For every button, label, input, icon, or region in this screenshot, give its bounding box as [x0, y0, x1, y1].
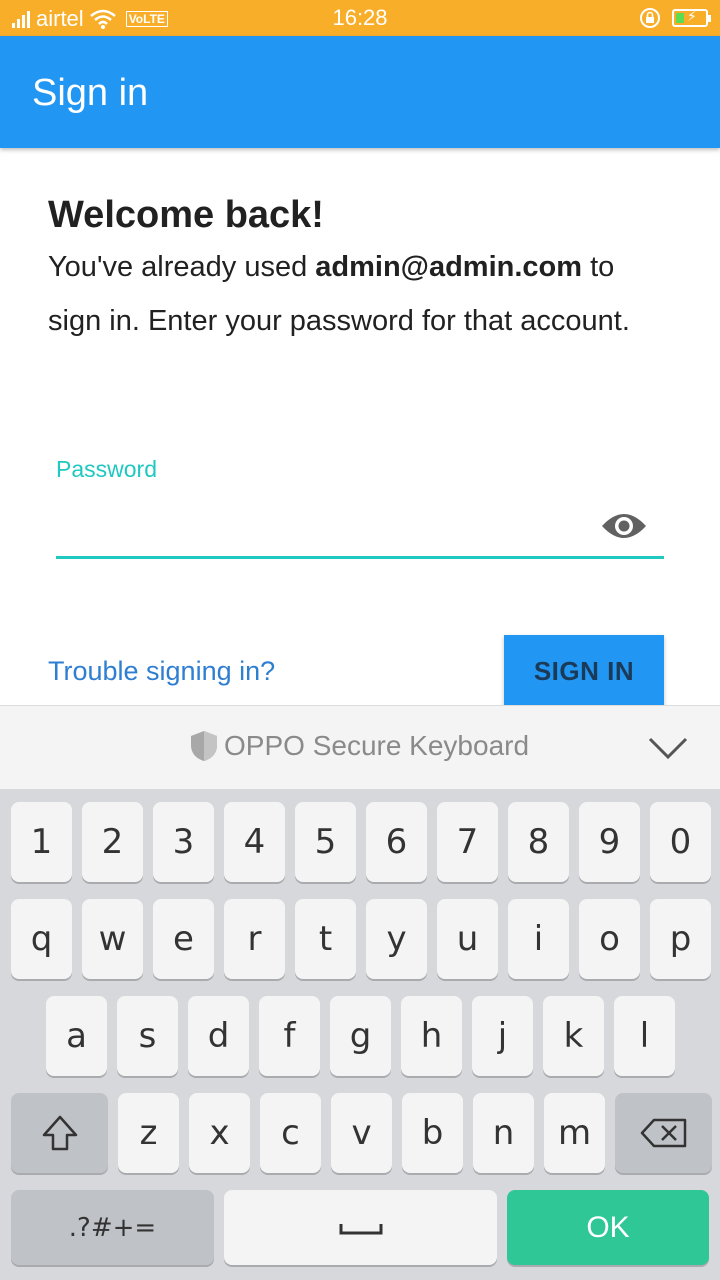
- password-label: Password: [56, 456, 157, 482]
- password-field[interactable]: [56, 490, 596, 554]
- key-q[interactable]: q: [11, 899, 72, 979]
- password-underline: [56, 556, 664, 559]
- key-4[interactable]: 4: [224, 802, 285, 882]
- space-icon: [339, 1223, 382, 1234]
- key-y[interactable]: y: [366, 899, 427, 979]
- key-b[interactable]: b: [402, 1093, 463, 1173]
- key-u[interactable]: u: [437, 899, 498, 979]
- show-password-icon[interactable]: [600, 508, 648, 544]
- app-bar: Sign in: [0, 36, 720, 148]
- account-email: admin@admin.com: [315, 251, 583, 283]
- key-6[interactable]: 6: [366, 802, 427, 882]
- backspace-key[interactable]: [615, 1093, 712, 1173]
- key-d[interactable]: d: [188, 996, 249, 1076]
- chevron-down-icon[interactable]: [648, 736, 688, 762]
- shift-key[interactable]: [11, 1093, 108, 1173]
- welcome-heading: Welcome back!: [48, 194, 324, 236]
- key-r[interactable]: r: [224, 899, 285, 979]
- shift-icon: [42, 1115, 77, 1151]
- message-prefix: You've already used: [48, 251, 316, 283]
- key-9[interactable]: 9: [579, 802, 640, 882]
- key-l[interactable]: l: [614, 996, 675, 1076]
- key-0[interactable]: 0: [650, 802, 711, 882]
- key-w[interactable]: w: [82, 899, 143, 979]
- page-title: Sign in: [32, 72, 149, 114]
- key-3[interactable]: 3: [153, 802, 214, 882]
- key-7[interactable]: 7: [437, 802, 498, 882]
- key-e[interactable]: e: [153, 899, 214, 979]
- status-right: ⚡: [638, 6, 711, 30]
- key-o[interactable]: o: [579, 899, 640, 979]
- key-f[interactable]: f: [259, 996, 320, 1076]
- symbols-key[interactable]: .?#+=: [11, 1190, 214, 1265]
- ok-key[interactable]: OK: [507, 1190, 709, 1265]
- key-g[interactable]: g: [330, 996, 391, 1076]
- key-s[interactable]: s: [117, 996, 178, 1076]
- keyboard-title: OPPO Secure Keyboard: [190, 730, 529, 762]
- key-1[interactable]: 1: [11, 802, 72, 882]
- backspace-icon: [640, 1118, 686, 1148]
- key-p[interactable]: p: [650, 899, 711, 979]
- key-c[interactable]: c: [260, 1093, 321, 1173]
- status-bar: airtel VoLTE 16:28 ⚡: [0, 0, 720, 36]
- key-k[interactable]: k: [543, 996, 604, 1076]
- key-v[interactable]: v: [331, 1093, 392, 1173]
- status-time: 16:28: [332, 5, 388, 30]
- key-i[interactable]: i: [508, 899, 569, 979]
- keyboard: 1 2 3 4 5 6 7 8 9 0 q w e r t y u i o p a s d f g h j k l z x c v b n m .?#+…: [0, 789, 720, 1280]
- space-key[interactable]: [224, 1190, 497, 1265]
- keyboard-header: OPPO Secure Keyboard: [0, 705, 720, 789]
- key-m[interactable]: m: [544, 1093, 605, 1173]
- key-5[interactable]: 5: [295, 802, 356, 882]
- keyboard-title-text: OPPO Secure Keyboard: [224, 730, 530, 761]
- key-a[interactable]: a: [46, 996, 107, 1076]
- key-8[interactable]: 8: [508, 802, 569, 882]
- key-h[interactable]: h: [401, 996, 462, 1076]
- trouble-signing-in-link[interactable]: Trouble signing in?: [48, 656, 275, 687]
- key-z[interactable]: z: [118, 1093, 179, 1173]
- key-2[interactable]: 2: [82, 802, 143, 882]
- battery-icon: ⚡: [672, 8, 711, 27]
- sign-in-button[interactable]: SIGN IN: [504, 635, 664, 707]
- key-j[interactable]: j: [472, 996, 533, 1076]
- signin-message: You've already used admin@admin.com to s…: [48, 240, 668, 348]
- rotation-lock-icon: [640, 8, 660, 28]
- key-x[interactable]: x: [189, 1093, 250, 1173]
- key-n[interactable]: n: [473, 1093, 534, 1173]
- shield-icon: [191, 731, 217, 761]
- key-t[interactable]: t: [295, 899, 356, 979]
